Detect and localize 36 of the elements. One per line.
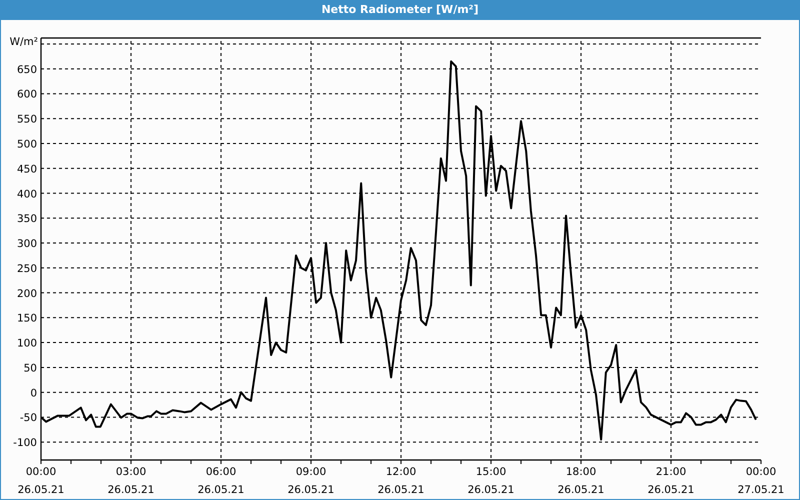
y-tick-label: 50 bbox=[24, 362, 37, 374]
y-tick-label: 250 bbox=[16, 262, 37, 275]
x-tick-date: 26.05.21 bbox=[18, 484, 64, 496]
x-tick-date: 26.05.21 bbox=[378, 484, 424, 496]
y-tick-label: 400 bbox=[16, 188, 37, 200]
y-tick-label: -100 bbox=[13, 437, 37, 450]
y-tick-label: 200 bbox=[16, 288, 37, 300]
x-tick-label: 21:00 bbox=[656, 466, 686, 478]
y-tick-label: 300 bbox=[16, 238, 37, 250]
y-tick-label: -50 bbox=[20, 412, 37, 424]
y-tick-label: 650 bbox=[16, 64, 37, 76]
x-tick-label: 00:00 bbox=[746, 466, 776, 478]
x-tick-label: 18:00 bbox=[566, 466, 596, 478]
x-tick-date: 26.05.21 bbox=[648, 484, 694, 496]
x-tick-date: 26.05.21 bbox=[108, 484, 154, 496]
x-tick-date: 26.05.21 bbox=[468, 484, 514, 496]
x-tick-label: 09:00 bbox=[296, 466, 326, 478]
y-tick-label: 600 bbox=[16, 88, 37, 101]
x-tick-date: 26.05.21 bbox=[288, 484, 334, 496]
y-tick-label: 450 bbox=[16, 163, 37, 176]
y-tick-label: 100 bbox=[16, 338, 37, 350]
x-tick-date: 27.05.21 bbox=[738, 484, 784, 496]
y-tick-label: 550 bbox=[16, 114, 37, 126]
x-tick-date: 26.05.21 bbox=[198, 484, 244, 496]
y-tick-label: 350 bbox=[16, 213, 37, 226]
y-tick-label: 500 bbox=[16, 138, 37, 150]
y-axis-unit: W/m² bbox=[10, 36, 38, 48]
y-tick-label: 0 bbox=[30, 387, 37, 400]
x-tick-label: 15:00 bbox=[476, 466, 506, 478]
x-tick-date: 26.05.21 bbox=[558, 484, 604, 496]
y-tick-label: 150 bbox=[16, 312, 37, 325]
x-tick-label: 00:00 bbox=[26, 466, 56, 478]
window-title: Netto Radiometer [W/m²] bbox=[321, 2, 479, 18]
x-tick-label: 03:00 bbox=[116, 466, 146, 478]
x-tick-label: 12:00 bbox=[386, 466, 416, 478]
x-tick-label: 06:00 bbox=[206, 466, 236, 478]
